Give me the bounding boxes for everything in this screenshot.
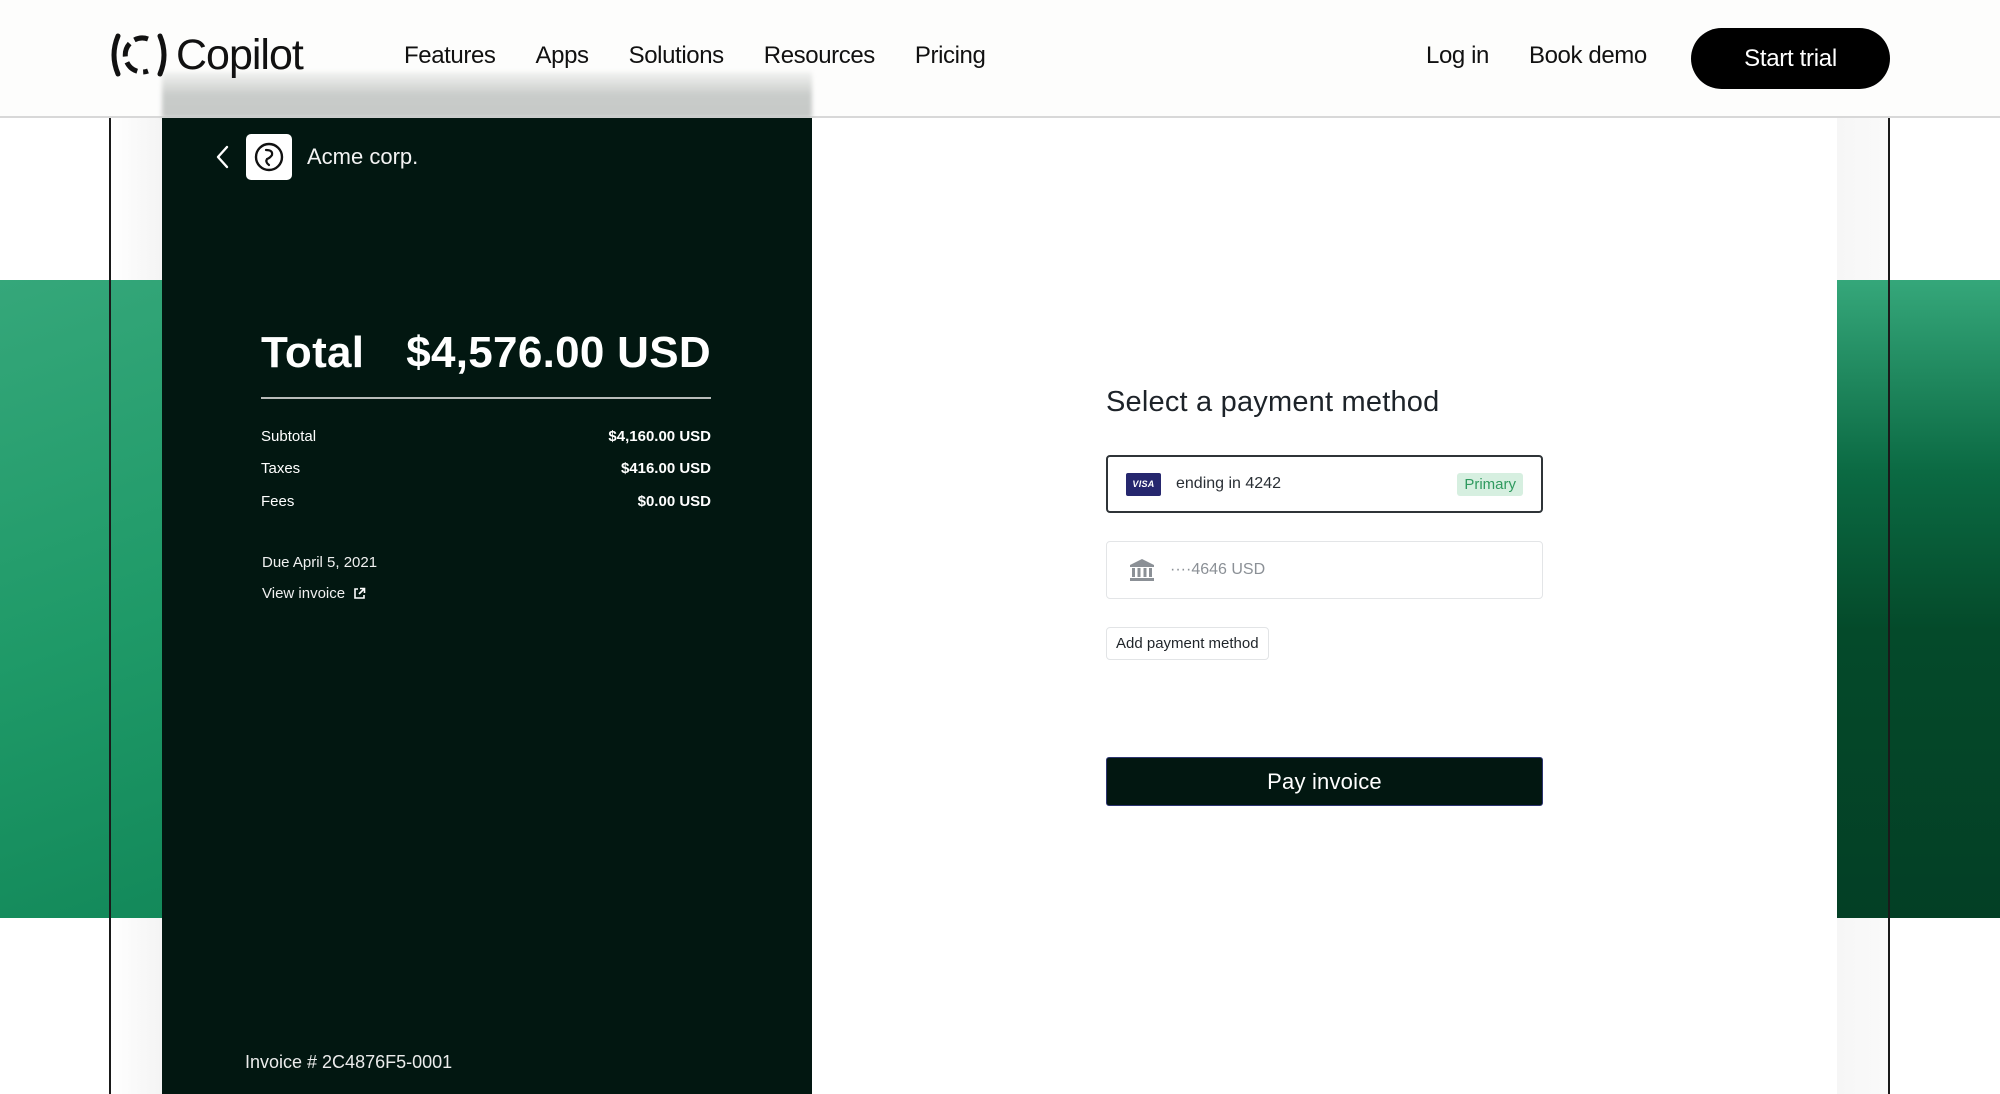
view-invoice-link[interactable]: View invoice — [262, 585, 366, 602]
line-item-label: Taxes — [261, 460, 301, 478]
nav-resources[interactable]: Resources — [764, 42, 876, 70]
total-row: Total $4,576.00 USD — [261, 328, 711, 378]
external-link-icon — [354, 587, 366, 599]
nav-pricing[interactable]: Pricing — [915, 42, 986, 70]
company-name: Acme corp. — [307, 144, 419, 169]
column-shade — [1837, 118, 1888, 280]
visa-card-icon: VISA — [1126, 472, 1161, 496]
brand-name: Copilot — [176, 30, 304, 79]
add-payment-method-button[interactable]: Add payment method — [1106, 627, 1269, 660]
payment-title: Select a payment method — [1106, 386, 1440, 418]
nav-features[interactable]: Features — [404, 42, 496, 70]
page: Copilot Features Apps Solutions Resource… — [0, 0, 2000, 1094]
view-invoice-label: View invoice — [262, 585, 346, 602]
total-label: Total — [261, 328, 365, 377]
line-item-value: $0.00 USD — [637, 492, 711, 510]
due-date: Due April 5, 2021 — [262, 554, 378, 571]
nav-solutions[interactable]: Solutions — [629, 42, 725, 70]
login-link[interactable]: Log in — [1426, 42, 1489, 70]
payment-method-bank[interactable]: ····4646 USD — [1106, 541, 1543, 599]
line-item-value: $4,160.00 USD — [608, 427, 711, 445]
bank-icon — [1130, 559, 1154, 581]
decorative-green-band-right — [1837, 280, 2000, 918]
primary-badge: Primary — [1457, 472, 1523, 496]
payment-panel: Select a payment method VISA ending in 4… — [812, 118, 1837, 1094]
payment-method-label: ending in 4242 — [1176, 475, 1281, 492]
invoice-number: Invoice # 2C4876F5-0001 — [245, 1052, 453, 1072]
auth-nav: Log in Book demo — [1426, 42, 1647, 70]
company-logo — [246, 134, 292, 180]
site-header: Copilot Features Apps Solutions Resource… — [0, 0, 2000, 118]
brand-logo[interactable]: Copilot — [108, 30, 304, 80]
copilot-logo-icon — [111, 33, 167, 77]
divider-line-right — [1888, 118, 1890, 1094]
line-item-subtotal: Subtotal $4,160.00 USD — [261, 420, 711, 453]
column-shade — [111, 118, 162, 280]
decorative-green-band-left — [0, 280, 162, 918]
total-divider — [261, 397, 711, 399]
line-item-fees: Fees $0.00 USD — [261, 485, 711, 518]
payment-method-label: ····4646 USD — [1170, 561, 1266, 578]
line-item-label: Fees — [261, 492, 295, 510]
line-items: Subtotal $4,160.00 USD Taxes $416.00 USD… — [261, 420, 711, 518]
column-shade — [1837, 918, 1888, 1094]
total-amount: $4,576.00 USD — [406, 328, 711, 377]
line-item-value: $416.00 USD — [620, 460, 711, 478]
book-demo-link[interactable]: Book demo — [1529, 42, 1647, 70]
payment-method-visa[interactable]: VISA ending in 4242 Primary — [1106, 455, 1543, 513]
start-trial-button[interactable]: Start trial — [1691, 28, 1890, 89]
line-item-taxes: Taxes $416.00 USD — [261, 453, 711, 486]
company-header: Acme corp. — [212, 134, 418, 180]
main-nav: Features Apps Solutions Resources Pricin… — [404, 42, 986, 70]
pay-invoice-button[interactable]: Pay invoice — [1106, 757, 1543, 806]
chevron-left-icon[interactable] — [212, 142, 234, 172]
divider-line-left — [109, 118, 111, 1094]
invoice-summary-panel: Acme corp. Total $4,576.00 USD Subtotal … — [162, 118, 812, 1094]
nav-apps[interactable]: Apps — [536, 42, 590, 70]
line-item-label: Subtotal — [261, 427, 317, 445]
company-logo-icon — [254, 142, 284, 172]
column-shade — [111, 918, 162, 1094]
